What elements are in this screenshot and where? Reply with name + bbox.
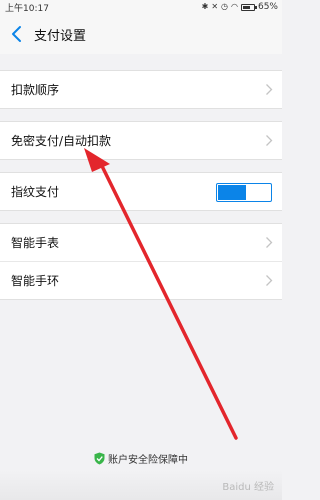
settings-row-label: 免密支付/自动扣款 — [11, 134, 112, 148]
battery-icon — [240, 3, 257, 11]
mute-icon: ✕ — [211, 2, 219, 11]
settings-row-label: 智能手环 — [11, 274, 60, 288]
chevron-right-icon — [266, 84, 273, 95]
settings-row-label: 指纹支付 — [11, 185, 60, 199]
chevron-right-icon — [266, 135, 273, 146]
settings-row-smart-band[interactable]: 智能手环 — [0, 261, 282, 299]
watermark: Baidu 经验 — [222, 482, 274, 493]
battery-level — [242, 5, 250, 9]
security-footer: 账户安全险保障中 — [0, 450, 282, 468]
fingerprint-pay-toggle[interactable] — [216, 183, 272, 202]
battery-percent: 65% — [257, 2, 278, 12]
settings-row-label: 智能手表 — [11, 236, 60, 250]
settings-group-wearables: 智能手表 智能手环 — [0, 223, 282, 300]
status-time: 上午10:17 — [5, 4, 49, 14]
chevron-right-icon — [266, 275, 273, 286]
shield-check-icon — [94, 452, 105, 465]
wifi-icon: ◠ — [231, 2, 238, 11]
status-icons: ✱ ✕ ◷ ◠ 65% — [202, 1, 278, 13]
alarm-icon: ◷ — [221, 2, 228, 11]
settings-group-passwordless: 免密支付/自动扣款 — [0, 121, 282, 160]
chevron-left-icon[interactable] — [8, 24, 26, 44]
bluetooth-icon: ✱ — [201, 2, 209, 11]
settings-group-deduction-order: 扣款顺序 — [0, 70, 282, 109]
settings-row-deduction-order[interactable]: 扣款顺序 — [0, 71, 282, 108]
nav-bar: 支付设置 — [0, 14, 282, 54]
chevron-right-icon — [266, 237, 273, 248]
settings-row-passwordless-auto-deduct[interactable]: 免密支付/自动扣款 — [0, 122, 282, 159]
settings-row-fingerprint-pay: 指纹支付 — [0, 173, 282, 210]
toggle-knob — [246, 185, 270, 200]
settings-group-fingerprint: 指纹支付 — [0, 172, 282, 211]
toggle-fill — [218, 185, 246, 200]
page-title: 支付设置 — [34, 29, 87, 44]
watermark-area: Baidu 经验 — [0, 470, 282, 500]
status-bar: 上午10:17 ✱ ✕ ◷ ◠ 65% — [0, 0, 282, 14]
back-button[interactable] — [8, 24, 26, 44]
settings-row-smart-watch[interactable]: 智能手表 — [0, 224, 282, 261]
settings-row-label: 扣款顺序 — [11, 83, 60, 97]
security-footer-text: 账户安全险保障中 — [108, 455, 188, 466]
